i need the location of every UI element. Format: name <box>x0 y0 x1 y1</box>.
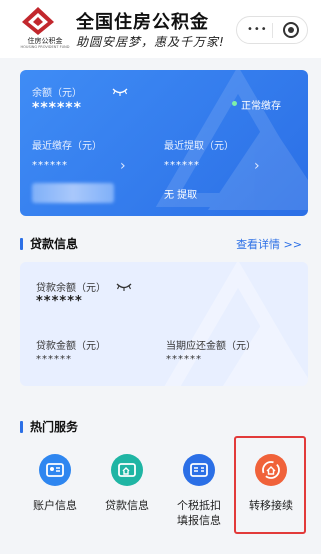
last-deposit-label: 最近缴存（元） <box>32 141 102 152</box>
services-section-header: 热门服务 <box>20 418 310 436</box>
blurred-info <box>32 183 114 203</box>
loan-card[interactable]: 贷款余额（元） ****** 贷款金额（元） ****** 当期应还金额（元） … <box>20 262 308 386</box>
service-label: 个税抵扣 填报信息 <box>177 499 221 527</box>
logo-subtext: HOUSING PROVIDENT FUND <box>20 45 70 49</box>
service-tax-deduction[interactable]: 个税抵扣 填报信息 <box>168 448 230 528</box>
balance-value: ****** <box>32 100 82 116</box>
status-text: 正常缴存 <box>241 101 281 112</box>
loan-balance-value: ****** <box>36 294 83 309</box>
card-pattern-icon <box>164 262 308 386</box>
chevron-right-icon[interactable]: › <box>120 158 126 174</box>
miniprogram-capsule: ••• <box>236 16 308 44</box>
app-title: 全国住房公积金 <box>76 12 209 33</box>
last-withdraw-value: ****** <box>164 160 200 171</box>
balance-label: 余额（元） <box>32 88 82 99</box>
service-loan-info[interactable]: 贷款信息 <box>96 448 158 528</box>
housing-fund-logo: 住房公积金 HOUSING PROVIDENT FUND <box>14 6 69 49</box>
eye-closed-icon[interactable] <box>116 283 132 291</box>
last-deposit-value: ****** <box>32 160 68 171</box>
close-target-icon[interactable] <box>283 22 299 38</box>
account-card[interactable]: 余额（元） ****** 正常缴存 最近缴存（元） ****** › 最近提取（… <box>20 70 308 216</box>
loan-amount-value: ****** <box>36 354 72 365</box>
view-details-link[interactable]: 查看详情 >> <box>236 236 302 252</box>
no-withdraw-text: 无 提取 <box>164 190 198 201</box>
id-card-icon <box>39 454 71 486</box>
app-slogan: 助圆安居梦，惠及千万家! <box>76 35 225 49</box>
service-label: 贷款信息 <box>105 499 149 512</box>
loan-balance-label: 贷款余额（元） <box>36 283 106 294</box>
house-card-icon <box>111 454 143 486</box>
more-icon[interactable]: ••• <box>247 24 268 35</box>
app-header: 住房公积金 HOUSING PROVIDENT FUND 全国住房公积金 助圆安… <box>0 0 321 58</box>
service-account-info[interactable]: 账户信息 <box>24 448 86 528</box>
services-section-title: 热门服务 <box>30 420 79 434</box>
tax-form-icon <box>183 454 215 486</box>
last-withdraw-label: 最近提取（元） <box>164 141 234 152</box>
eye-closed-icon[interactable] <box>112 88 128 96</box>
loan-section-title: 贷款信息 <box>30 237 79 251</box>
due-amount-value: ****** <box>166 354 202 365</box>
status-dot-icon <box>232 101 237 106</box>
service-label: 账户信息 <box>33 499 77 512</box>
due-amount-label: 当期应还金额（元） <box>166 341 256 352</box>
loan-section-header: 贷款信息 查看详情 >> <box>20 235 310 253</box>
loan-amount-label: 贷款金额（元） <box>36 341 106 352</box>
highlight-box <box>234 436 306 534</box>
chevron-right-icon[interactable]: › <box>254 158 260 174</box>
